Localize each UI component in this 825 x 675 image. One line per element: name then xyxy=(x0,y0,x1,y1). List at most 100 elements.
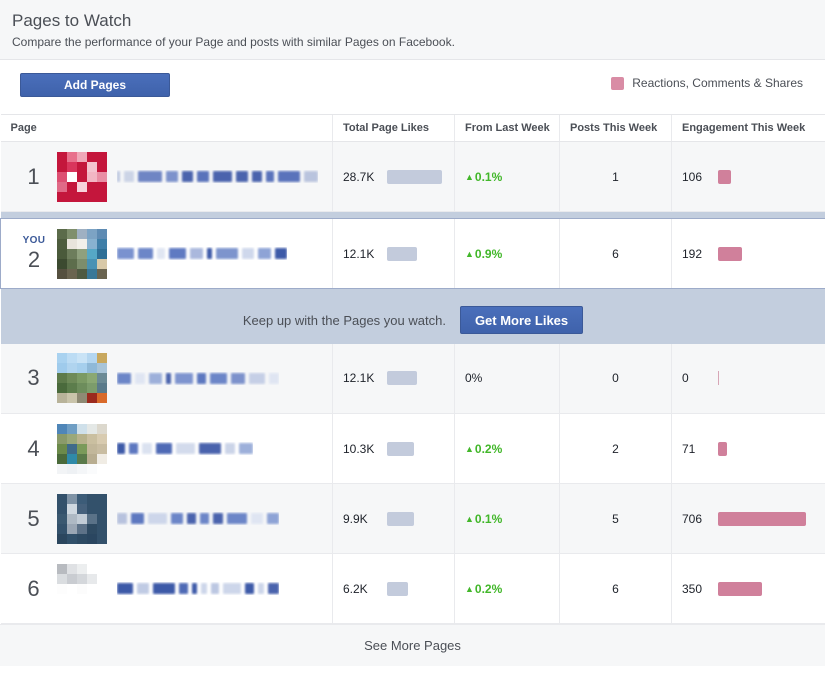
from-last-week-delta: ▲0.9% xyxy=(465,247,502,261)
posts-this-week-value: 1 xyxy=(612,169,619,184)
rank-number: 3 xyxy=(27,365,40,391)
page-name-redacted[interactable] xyxy=(116,512,279,525)
page-title: Pages to Watch xyxy=(12,11,132,30)
cell-from-last-week: ▲0.2% xyxy=(454,553,560,624)
avatar[interactable] xyxy=(56,353,107,404)
cell-page[interactable]: YOU 2 xyxy=(0,218,333,289)
page-name-redacted[interactable] xyxy=(116,170,318,183)
total-page-likes-value: 6.2K xyxy=(343,581,368,596)
from-last-week-delta: ▲0.1% xyxy=(465,512,502,526)
promo-banner-row: Keep up with the Pages you watch. Get Mo… xyxy=(0,296,825,344)
table-row[interactable]: 5 9.9K ▲0.1% 5 706 xyxy=(0,483,825,554)
table-body: 1 28.7K ▲0.1% 1 106 YOU 2 12.1K ▲0.9% 6 … xyxy=(0,141,825,624)
promo-text: Keep up with the Pages you watch. xyxy=(242,312,446,328)
posts-this-week-value: 0 xyxy=(612,371,619,386)
engagement-bar xyxy=(718,441,727,456)
total-page-likes-value: 10.3K xyxy=(343,441,375,456)
highlight-gutter-bottom xyxy=(0,288,825,297)
total-page-likes-value: 12.1K xyxy=(343,246,375,261)
engagement-bar xyxy=(718,511,806,526)
column-header-page[interactable]: Page xyxy=(0,114,333,142)
engagement-value: 192 xyxy=(682,246,703,261)
column-header-posts-this-week[interactable]: Posts This Week xyxy=(559,114,672,142)
total-page-likes-bar xyxy=(387,169,442,184)
column-header-from-last-week[interactable]: From Last Week xyxy=(454,114,560,142)
engagement-bar xyxy=(718,371,719,386)
engagement-value: 706 xyxy=(682,511,703,526)
cell-page[interactable]: 3 xyxy=(0,343,333,414)
page-name-redacted[interactable] xyxy=(117,247,287,260)
column-header-total-page-likes[interactable]: Total Page Likes xyxy=(332,114,455,142)
from-last-week-value: 0.2% xyxy=(474,441,503,456)
table-row[interactable]: 4 10.3K ▲0.2% 2 71 xyxy=(0,413,825,484)
cell-page[interactable]: 6 xyxy=(0,553,333,624)
cell-engagement-this-week: 0 xyxy=(671,343,825,414)
cell-from-last-week: 0% xyxy=(454,343,560,414)
pages-to-watch-panel: Pages to Watch Compare the performance o… xyxy=(0,0,825,675)
cell-posts-this-week: 5 xyxy=(559,483,672,554)
engagement-bar xyxy=(718,169,731,184)
page-name-redacted[interactable] xyxy=(116,582,279,595)
see-more-pages-link[interactable]: See More Pages xyxy=(364,638,461,653)
from-last-week-delta: ▲0.2% xyxy=(465,582,502,596)
engagement-bar xyxy=(718,246,742,261)
cell-total-page-likes: 12.1K xyxy=(332,218,455,289)
table-row[interactable]: 6 6.2K ▲0.2% 6 350 xyxy=(0,553,825,624)
cell-from-last-week: ▲0.2% xyxy=(454,413,560,484)
trend-up-icon: ▲ xyxy=(465,171,474,182)
cell-page[interactable]: 4 xyxy=(0,413,333,484)
promo-banner-cell: Keep up with the Pages you watch. Get Mo… xyxy=(0,296,825,344)
total-page-likes-bar xyxy=(387,581,408,596)
column-header-engagement-this-week[interactable]: Engagement This Week xyxy=(671,114,825,142)
add-pages-button[interactable]: Add Pages xyxy=(20,73,170,97)
page-name-redacted[interactable] xyxy=(116,372,279,385)
cell-posts-this-week: 6 xyxy=(559,553,672,624)
avatar[interactable] xyxy=(56,151,107,202)
legend: Reactions, Comments & Shares xyxy=(611,76,813,90)
posts-this-week-value: 6 xyxy=(612,581,619,596)
get-more-likes-button[interactable]: Get More Likes xyxy=(459,306,584,334)
cell-page[interactable]: 5 xyxy=(0,483,333,554)
from-last-week-delta: 0% xyxy=(465,371,482,385)
rank-number: 2 xyxy=(27,246,41,272)
from-last-week-delta: ▲0.2% xyxy=(465,442,502,456)
cell-engagement-this-week: 706 xyxy=(671,483,825,554)
you-badge: YOU xyxy=(22,234,46,246)
legend-swatch-icon xyxy=(611,76,625,90)
rank-number: 1 xyxy=(27,163,40,189)
engagement-value: 106 xyxy=(682,169,703,184)
highlight-gutter-cell xyxy=(0,211,825,219)
avatar[interactable] xyxy=(57,228,107,279)
cell-page[interactable]: 1 xyxy=(0,141,333,212)
cell-engagement-this-week: 71 xyxy=(671,413,825,484)
cell-total-page-likes: 10.3K xyxy=(332,413,455,484)
trend-up-icon: ▲ xyxy=(465,513,474,524)
engagement-bar xyxy=(718,581,762,596)
cell-posts-this-week: 1 xyxy=(559,141,672,212)
from-last-week-value: 0.1% xyxy=(474,169,503,184)
trend-up-icon: ▲ xyxy=(465,583,474,594)
table-row[interactable]: YOU 2 12.1K ▲0.9% 6 192 xyxy=(0,218,825,289)
engagement-value: 350 xyxy=(682,581,703,596)
total-page-likes-bar xyxy=(387,246,417,261)
highlight-gutter-cell xyxy=(0,288,825,297)
rank-number: 5 xyxy=(27,505,40,531)
table-row[interactable]: 1 28.7K ▲0.1% 1 106 xyxy=(0,141,825,212)
toolbar: Add Pages Reactions, Comments & Shares xyxy=(0,60,825,114)
avatar[interactable] xyxy=(56,563,107,614)
rank-number: 4 xyxy=(27,435,40,461)
total-page-likes-bar xyxy=(387,441,414,456)
table-row[interactable]: 3 12.1K 0% 0 0 xyxy=(0,343,825,414)
rank-you-block: YOU 2 xyxy=(11,235,57,273)
posts-this-week-value: 5 xyxy=(612,511,619,526)
cell-engagement-this-week: 350 xyxy=(671,553,825,624)
legend-label: Reactions, Comments & Shares xyxy=(632,76,803,90)
cell-total-page-likes: 6.2K xyxy=(332,553,455,624)
table-header-row: Page Total Page Likes From Last Week Pos… xyxy=(0,114,825,142)
page-name-redacted[interactable] xyxy=(116,442,253,455)
rank-number: 6 xyxy=(27,575,40,601)
avatar[interactable] xyxy=(56,493,107,544)
cell-posts-this-week: 0 xyxy=(559,343,672,414)
total-page-likes-value: 12.1K xyxy=(343,371,375,386)
avatar[interactable] xyxy=(56,423,107,474)
